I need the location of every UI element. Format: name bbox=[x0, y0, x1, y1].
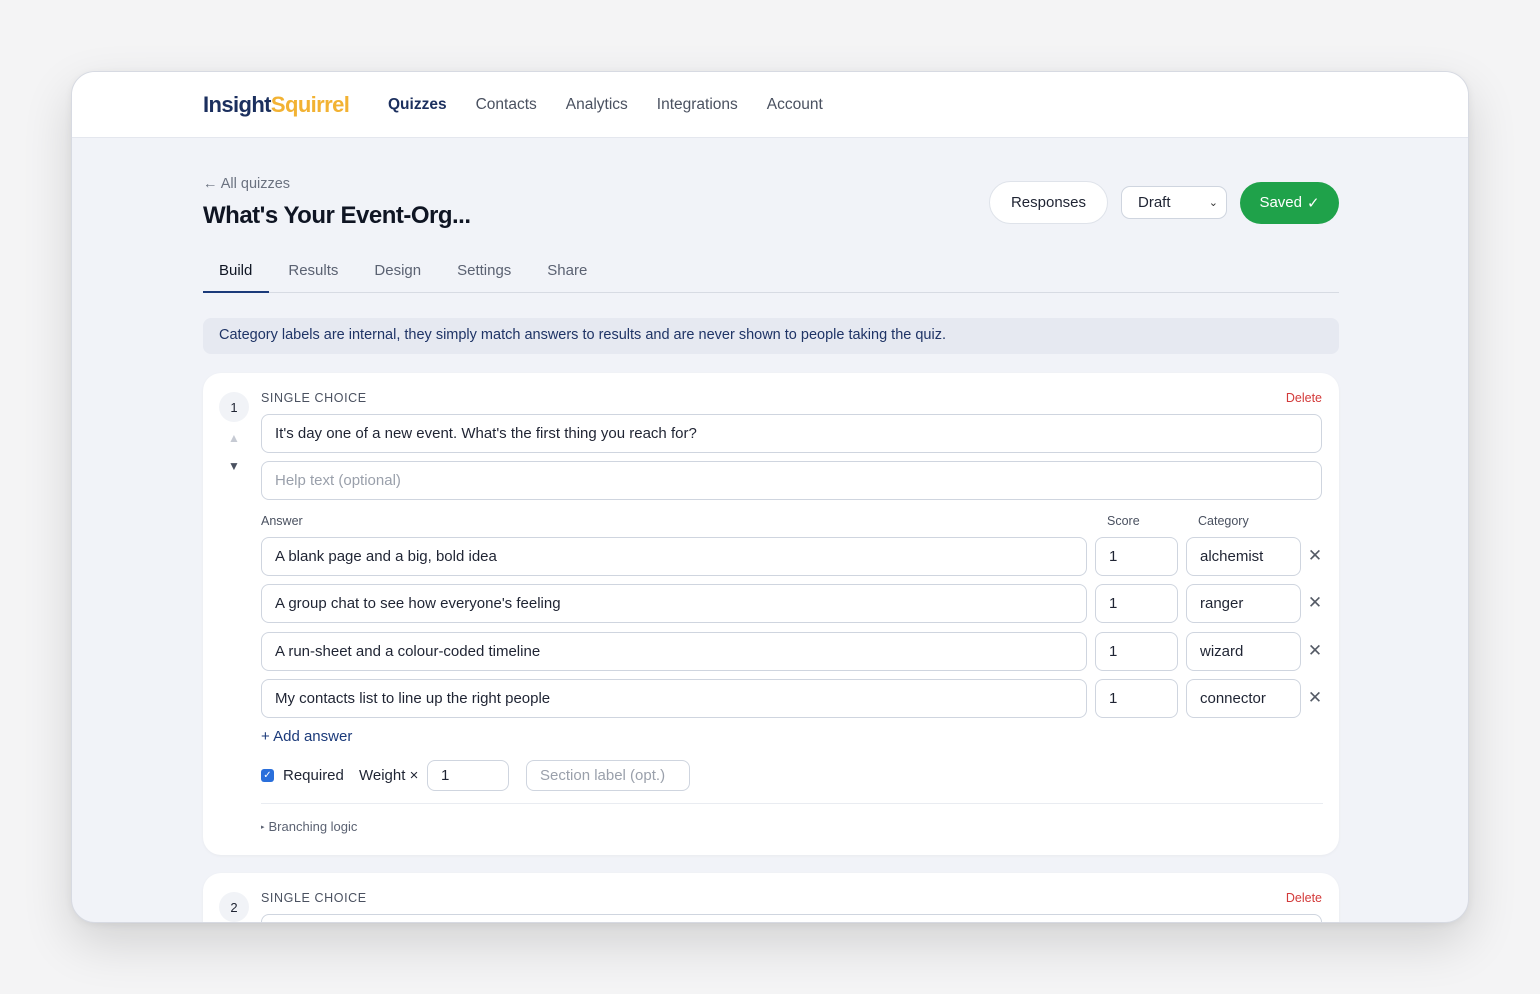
answer-score-input[interactable]: 1 bbox=[1095, 584, 1178, 623]
main-nav: Quizzes Contacts Analytics Integrations … bbox=[388, 96, 823, 114]
required-checkbox[interactable]: ✓ bbox=[261, 769, 274, 782]
question-type: SINGLE CHOICE bbox=[261, 391, 367, 405]
logo[interactable]: InsightSquirrel bbox=[203, 92, 350, 118]
caret-right-icon: ▸ bbox=[261, 824, 265, 831]
app-window: InsightSquirrel Quizzes Contacts Analyti… bbox=[71, 71, 1469, 923]
question-card: 2 SINGLE CHOICE Delete bbox=[203, 873, 1339, 922]
remove-answer-icon[interactable]: ✕ bbox=[1307, 689, 1323, 706]
question-number: 2 bbox=[219, 892, 249, 922]
top-navigation: InsightSquirrel Quizzes Contacts Analyti… bbox=[72, 72, 1468, 138]
category-column-header: Category bbox=[1198, 514, 1249, 528]
add-answer-button[interactable]: + Add answer bbox=[261, 728, 352, 745]
back-link[interactable]: ← All quizzes bbox=[203, 176, 290, 192]
answer-category-input[interactable]: connector bbox=[1186, 679, 1301, 718]
score-column-header: Score bbox=[1107, 514, 1140, 528]
info-notice: Category labels are internal, they simpl… bbox=[203, 318, 1339, 354]
answer-text-input[interactable]: A group chat to see how everyone's feeli… bbox=[261, 584, 1087, 623]
weight-label: Weight × bbox=[359, 767, 419, 784]
answer-category-input[interactable]: alchemist bbox=[1186, 537, 1301, 576]
tab-results[interactable]: Results bbox=[272, 250, 355, 293]
nav-quizzes[interactable]: Quizzes bbox=[388, 96, 447, 114]
answer-score-input[interactable]: 1 bbox=[1095, 632, 1178, 671]
answer-text-input[interactable]: A blank page and a big, bold idea bbox=[261, 537, 1087, 576]
answer-text-input[interactable]: A run-sheet and a colour-coded timeline bbox=[261, 632, 1087, 671]
remove-answer-icon[interactable]: ✕ bbox=[1307, 642, 1323, 659]
tab-settings[interactable]: Settings bbox=[441, 250, 528, 293]
tab-share[interactable]: Share bbox=[531, 250, 604, 293]
section-label-input[interactable]: Section label (opt.) bbox=[526, 760, 690, 791]
header-actions: Responses Draft ⌄ Saved ✓ bbox=[988, 181, 1339, 224]
chevron-down-icon: ⌄ bbox=[1208, 197, 1218, 209]
remove-answer-icon[interactable]: ✕ bbox=[1307, 594, 1323, 611]
nav-account[interactable]: Account bbox=[767, 96, 823, 114]
delete-question-button[interactable]: Delete bbox=[1286, 391, 1322, 405]
answer-text-input[interactable]: My contacts list to line up the right pe… bbox=[261, 679, 1087, 718]
remove-answer-icon[interactable]: ✕ bbox=[1307, 547, 1323, 564]
answer-score-input[interactable]: 1 bbox=[1095, 537, 1178, 576]
weight-input[interactable]: 1 bbox=[427, 760, 509, 791]
tab-design[interactable]: Design bbox=[358, 250, 438, 293]
question-options-row: ✓ Required Weight × 1 Section label (opt… bbox=[261, 760, 1323, 791]
answer-score-input[interactable]: 1 bbox=[1095, 679, 1178, 718]
help-text-input[interactable]: Help text (optional) bbox=[261, 461, 1322, 500]
check-icon: ✓ bbox=[1306, 194, 1320, 212]
nav-contacts[interactable]: Contacts bbox=[476, 96, 537, 114]
arrow-left-icon: ← bbox=[203, 176, 218, 192]
status-select[interactable]: Draft ⌄ bbox=[1121, 186, 1227, 219]
page-title: What's Your Event-Org... bbox=[203, 202, 471, 229]
tab-build[interactable]: Build bbox=[203, 250, 270, 293]
answer-category-input[interactable]: wizard bbox=[1186, 632, 1301, 671]
answer-column-header: Answer bbox=[261, 514, 303, 528]
delete-question-button[interactable]: Delete bbox=[1286, 891, 1322, 905]
editor-tabs: Build Results Design Settings Share bbox=[203, 250, 1339, 293]
required-label: Required bbox=[283, 767, 344, 784]
divider bbox=[261, 803, 1323, 804]
responses-button[interactable]: Responses bbox=[988, 181, 1108, 224]
question-text-input[interactable]: It's day one of a new event. What's the … bbox=[261, 414, 1322, 453]
move-up-icon[interactable]: ▲ bbox=[228, 431, 240, 445]
nav-integrations[interactable]: Integrations bbox=[657, 96, 738, 114]
move-down-icon[interactable]: ▼ bbox=[228, 459, 240, 473]
question-text-input[interactable] bbox=[261, 914, 1322, 922]
answer-category-input[interactable]: ranger bbox=[1186, 584, 1301, 623]
nav-analytics[interactable]: Analytics bbox=[566, 96, 628, 114]
question-type: SINGLE CHOICE bbox=[261, 891, 367, 905]
branching-logic-toggle[interactable]: ▸ Branching logic bbox=[261, 819, 357, 834]
saved-button[interactable]: Saved ✓ bbox=[1240, 181, 1339, 224]
question-card: 1 ▲ ▼ SINGLE CHOICE Delete It's day one … bbox=[203, 373, 1339, 855]
question-number: 1 bbox=[219, 392, 249, 422]
